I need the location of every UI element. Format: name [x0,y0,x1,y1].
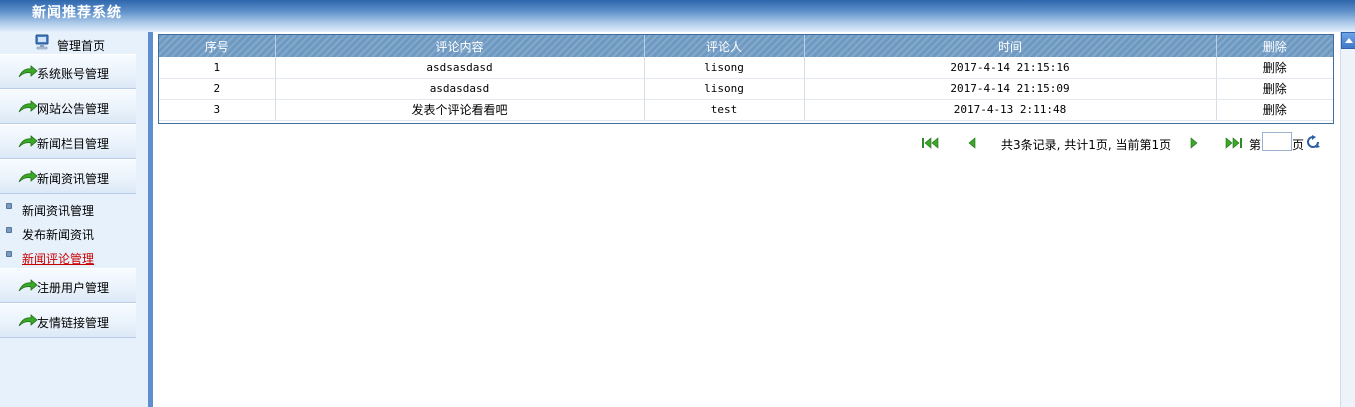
sidebar: 管理首页 系统账号管理 网站公告管理 新闻栏目管理 新闻资讯管理 新闻资讯管理 … [0,32,148,407]
subitem-label: 新闻资讯管理 [22,204,95,218]
sidebar-home-label: 管理首页 [57,39,106,53]
green-arrow-icon [18,135,38,148]
cell-index: 1 [159,57,276,79]
pagination-info: 共3条记录, 共计1页, 当前第1页 [1001,138,1172,152]
main-content: 序号 评论内容 评论人 时间 删除 1 asdsasdasd lisong 20… [153,32,1340,407]
comments-table-wrapper: 序号 评论内容 评论人 时间 删除 1 asdsasdasd lisong 20… [158,34,1334,124]
column-header-time: 时间 [804,35,1217,57]
app-title: 新闻推荐系统 [32,5,122,21]
cell-content: asdsasdasd [275,57,645,79]
bullet-icon [6,251,12,257]
table-row: 3 发表个评论看看吧 test 2017-4-13 2:11:48 删除 [159,99,1333,121]
table-row: 2 asdasdasd lisong 2017-4-14 21:15:09 删除 [159,78,1333,100]
menu-news-info[interactable]: 新闻资讯管理 [0,159,136,194]
column-header-delete: 删除 [1216,35,1333,57]
vertical-scrollbar[interactable] [1340,32,1355,407]
prev-page-icon[interactable] [963,137,983,149]
comments-table: 序号 评论内容 评论人 时间 删除 1 asdsasdasd lisong 20… [159,35,1333,121]
menu-news-column[interactable]: 新闻栏目管理 [0,124,136,159]
last-page-icon[interactable] [1223,137,1243,149]
cell-author: lisong [644,57,805,79]
cell-index: 2 [159,78,276,100]
green-arrow-icon [18,65,38,78]
cell-action: 删除 [1216,57,1333,79]
menu-label: 网站公告管理 [37,102,110,116]
bullet-icon [6,203,12,209]
green-arrow-icon [18,314,38,327]
cell-content: 发表个评论看看吧 [275,99,645,121]
menu-registered-users[interactable]: 注册用户管理 [0,268,136,303]
subitem-label: 发布新闻资讯 [22,228,95,242]
subitem-label: 新闻评论管理 [22,252,95,266]
green-arrow-icon [18,100,38,113]
cell-author: lisong [644,78,805,100]
cell-action: 删除 [1216,78,1333,100]
delete-link[interactable]: 删除 [1263,82,1287,96]
column-header-author: 评论人 [644,35,805,57]
menu-friend-links[interactable]: 友情链接管理 [0,303,136,338]
green-arrow-icon [18,279,38,292]
next-page-icon[interactable] [1183,137,1203,149]
cell-time: 2017-4-14 21:15:09 [804,78,1217,100]
menu-label: 新闻栏目管理 [37,137,110,151]
computer-icon [35,34,49,50]
column-header-content: 评论内容 [275,35,645,57]
subitem-news-comments[interactable]: 新闻评论管理 [0,243,136,267]
cell-content: asdasdasd [275,78,645,100]
pagination: 共3条记录, 共计1页, 当前第1页 第 页 [153,132,1340,154]
column-header-index: 序号 [159,35,276,57]
first-page-icon[interactable] [921,137,941,149]
top-header: 新闻推荐系统 [0,0,1355,32]
menu-label: 友情链接管理 [37,316,110,330]
cell-action: 删除 [1216,99,1333,121]
green-arrow-icon [18,170,38,183]
subitem-news-info[interactable]: 新闻资讯管理 [0,195,136,219]
delete-link[interactable]: 删除 [1263,61,1287,75]
table-row: 1 asdsasdasd lisong 2017-4-14 21:15:16 删… [159,57,1333,79]
cell-time: 2017-4-14 21:15:16 [804,57,1217,79]
go-refresh-icon[interactable] [1305,135,1321,149]
scroll-up-icon[interactable] [1341,32,1355,49]
table-header-row: 序号 评论内容 评论人 时间 删除 [159,35,1333,57]
sidebar-home[interactable]: 管理首页 [0,32,148,54]
menu-label: 注册用户管理 [37,281,110,295]
menu-site-notice[interactable]: 网站公告管理 [0,89,136,124]
goto-prefix: 第 [1249,138,1262,152]
delete-link[interactable]: 删除 [1263,103,1287,117]
cell-index: 3 [159,99,276,121]
subitem-publish-news[interactable]: 发布新闻资讯 [0,219,136,243]
app-root: 新闻推荐系统 管理首页 系统账号管理 网站公告管理 新闻栏目管理 新闻资讯管理 … [0,0,1355,407]
cell-time: 2017-4-13 2:11:48 [804,99,1217,121]
menu-system-account[interactable]: 系统账号管理 [0,54,136,89]
bullet-icon [6,227,12,233]
cell-author: test [644,99,805,121]
menu-label: 新闻资讯管理 [37,172,110,186]
goto-suffix: 页 [1292,138,1305,152]
goto-page-input[interactable] [1262,132,1292,151]
menu-label: 系统账号管理 [37,67,110,81]
